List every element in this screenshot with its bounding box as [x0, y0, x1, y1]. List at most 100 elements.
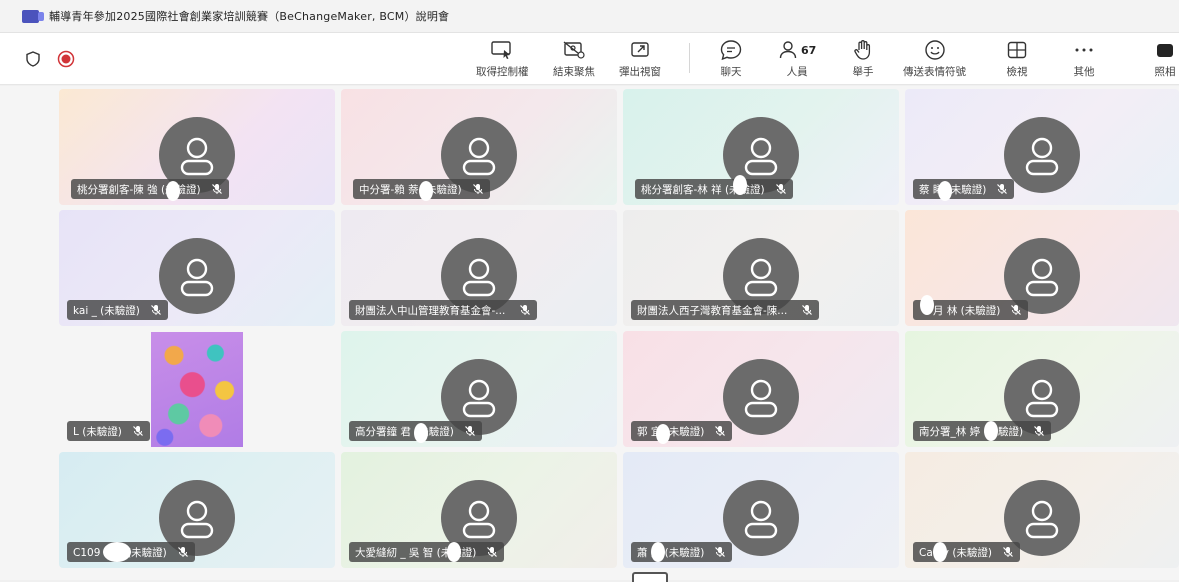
participant-name-tag: 桃分署創客-陳 強 (未驗證)	[71, 179, 229, 199]
participant-name-tag: 南分署_林 婷 (未驗證)	[913, 421, 1052, 441]
chat-icon	[719, 38, 743, 62]
participant-name-tag: 蕭 元 (未驗證)	[631, 542, 733, 562]
participant-name: L (未驗證)	[73, 425, 122, 438]
participant-name-tag: 大愛縫紉 _ 吳 智 (未驗證)	[349, 542, 505, 562]
mic-muted-icon	[211, 183, 223, 195]
camera-label: 照相	[1154, 66, 1176, 78]
redaction-mark	[984, 421, 998, 441]
mic-muted-icon	[150, 304, 162, 316]
raise-hand-label: 舉手	[852, 66, 874, 78]
participant-tile[interactable]: 財團法人中山管理教育基金會-...	[341, 210, 617, 326]
shield-icon[interactable]	[26, 51, 40, 71]
people-icon-group: 67	[778, 38, 816, 62]
raise-hand-button[interactable]: 舉手	[852, 38, 874, 82]
mic-muted-icon	[1010, 304, 1022, 316]
more-icon	[1073, 38, 1095, 62]
toolbar-divider	[689, 43, 690, 73]
people-label: 人員	[786, 66, 808, 78]
avatar	[159, 238, 235, 314]
mic-muted-icon	[801, 304, 813, 316]
participant-name: 蕭 元 (未驗證)	[637, 546, 705, 559]
view-label: 檢視	[1006, 66, 1028, 78]
participant-name: 桃分署創客-陳 強 (未驗證)	[77, 183, 201, 196]
more-button[interactable]: 其他	[1073, 38, 1095, 82]
participant-tile[interactable]: 財團法人西子灣教育基金會-陳...	[623, 210, 899, 326]
participant-name-tag: 蔡 睎 (未驗證)	[913, 179, 1015, 199]
participant-name-tag: L (未驗證)	[67, 421, 150, 441]
participant-tile[interactable]: kai _ (未驗證)	[59, 210, 335, 326]
camera-icon	[1151, 38, 1179, 62]
participant-name-tag: 郭 宜 (未驗證)	[631, 421, 733, 441]
redaction-mark	[933, 542, 947, 562]
stop-spotlight-icon	[562, 38, 586, 62]
mic-muted-icon	[132, 425, 144, 437]
participant-name-tag: 財團法人中山管理教育基金會-...	[349, 300, 538, 320]
window-titlebar: 輔導青年參加2025國際社會創業家培訓競賽（BeChangeMaker, BCM…	[0, 0, 1179, 33]
avatar	[723, 359, 799, 435]
mic-muted-icon	[996, 183, 1008, 195]
take-control-button[interactable]: 取得控制權	[476, 38, 529, 82]
pop-out-button[interactable]: 彈出視窗	[619, 38, 661, 82]
chat-label: 聊天	[720, 66, 742, 78]
meeting-toolbar: 取得控制權 結束聚焦 彈出視窗 聊天 67 人員 舉手 傳送表情符號 檢視 其他…	[0, 33, 1179, 85]
send-reaction-label: 傳送表情符號	[903, 66, 966, 78]
take-control-label: 取得控制權	[476, 66, 529, 78]
avatar	[723, 480, 799, 556]
emoji-icon	[924, 38, 946, 62]
mic-muted-icon	[464, 425, 476, 437]
redaction-mark	[651, 542, 665, 562]
participant-gallery: 桃分署創客-陳 強 (未驗證) 中分署-賴 萘 (未驗證) 桃分署創客-林 祥 …	[0, 86, 1179, 580]
participant-name: 郭 宜 (未驗證)	[637, 425, 705, 438]
mic-muted-icon	[714, 546, 726, 558]
redaction-mark	[920, 295, 934, 315]
mic-muted-icon	[775, 183, 787, 195]
pop-out-icon	[629, 38, 651, 62]
participant-name: Ca dy (未驗證)	[919, 546, 993, 559]
meeting-title: 輔導青年參加2025國際社會創業家培訓競賽（BeChangeMaker, BCM…	[49, 10, 450, 23]
more-label: 其他	[1073, 66, 1095, 78]
bottom-tab-handle	[632, 572, 668, 582]
redaction-mark	[103, 542, 131, 562]
mic-muted-icon	[472, 183, 484, 195]
chat-button[interactable]: 聊天	[719, 38, 743, 82]
participant-tile[interactable]: 中分署-賴 萘 (未驗證)	[341, 89, 617, 205]
recording-icon[interactable]	[57, 50, 75, 72]
participant-tile[interactable]: L (未驗證)	[59, 331, 335, 447]
participant-tile[interactable]: 桃分署創客-陳 強 (未驗證)	[59, 89, 335, 205]
participant-name-tag: 桃分署創客-林 祥 (未驗證)	[635, 179, 793, 199]
redaction-mark	[656, 424, 670, 444]
pop-out-label: 彈出視窗	[619, 66, 661, 78]
participant-tile[interactable]: 南分署_林 婷 (未驗證)	[905, 331, 1179, 447]
stop-spotlight-button[interactable]: 結束聚焦	[553, 38, 595, 82]
participant-name: 財團法人西子灣教育基金會-陳...	[637, 304, 788, 317]
redaction-mark	[733, 175, 747, 195]
people-button[interactable]: 67 人員	[778, 38, 816, 82]
participant-video-image	[151, 332, 243, 447]
mic-muted-icon	[1002, 546, 1014, 558]
take-control-icon	[490, 38, 514, 62]
mic-muted-icon	[714, 425, 726, 437]
participant-name: 中分署-賴 萘 (未驗證)	[359, 183, 462, 196]
participant-name: 高分署鐘 君 (未驗證)	[355, 425, 454, 438]
participant-tile[interactable]: 高分署鐘 君 (未驗證)	[341, 331, 617, 447]
participant-tile[interactable]: 桃分署創客-林 祥 (未驗證)	[623, 89, 899, 205]
view-button[interactable]: 檢視	[1006, 38, 1028, 82]
participant-name-tag: Ca dy (未驗證)	[913, 542, 1021, 562]
raise-hand-icon	[852, 38, 874, 62]
people-count: 67	[801, 43, 817, 57]
participant-tile[interactable]: 大愛縫紉 _ 吳 智 (未驗證)	[341, 452, 617, 568]
mic-muted-icon	[1033, 425, 1045, 437]
stop-spotlight-label: 結束聚焦	[553, 66, 595, 78]
people-icon	[779, 41, 797, 59]
participant-name: 蔡 睎 (未驗證)	[919, 183, 987, 196]
redaction-mark	[166, 181, 180, 201]
participant-name-tag: 財團法人西子灣教育基金會-陳...	[631, 300, 820, 320]
participant-name-tag: kai _ (未驗證)	[67, 300, 168, 320]
participant-tile[interactable]: C109 233 (未驗證)	[59, 452, 335, 568]
redaction-mark	[419, 181, 433, 201]
participant-name: kai _ (未驗證)	[73, 304, 140, 317]
participant-tile[interactable]: 月 林 (未驗證)	[905, 210, 1179, 326]
toolbar-left-group	[26, 50, 75, 72]
send-reaction-button[interactable]: 傳送表情符號	[903, 38, 966, 82]
camera-button[interactable]: 照相	[1151, 38, 1179, 82]
